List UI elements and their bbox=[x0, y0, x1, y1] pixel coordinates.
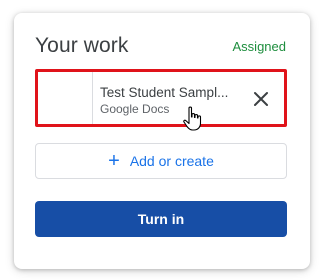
plus-icon: + bbox=[108, 150, 120, 172]
add-or-create-button[interactable]: + Add or create bbox=[35, 143, 287, 179]
attachment-name[interactable]: Test Student Sampl... bbox=[100, 85, 250, 100]
add-or-create-label: Add or create bbox=[129, 153, 214, 169]
remove-attachment-button[interactable] bbox=[250, 88, 272, 110]
attachment-item[interactable]: Test Student Sampl... Google Docs bbox=[35, 69, 287, 127]
attachment-type: Google Docs bbox=[100, 102, 170, 116]
status-badge: Assigned bbox=[232, 39, 286, 54]
card-title: Your work bbox=[35, 34, 129, 57]
close-icon bbox=[254, 92, 268, 106]
turn-in-label: Turn in bbox=[137, 211, 185, 227]
turn-in-button[interactable]: Turn in bbox=[35, 201, 287, 237]
attachment-thumbnail[interactable] bbox=[38, 72, 93, 124]
hand-pointer-cursor-icon bbox=[183, 106, 202, 131]
